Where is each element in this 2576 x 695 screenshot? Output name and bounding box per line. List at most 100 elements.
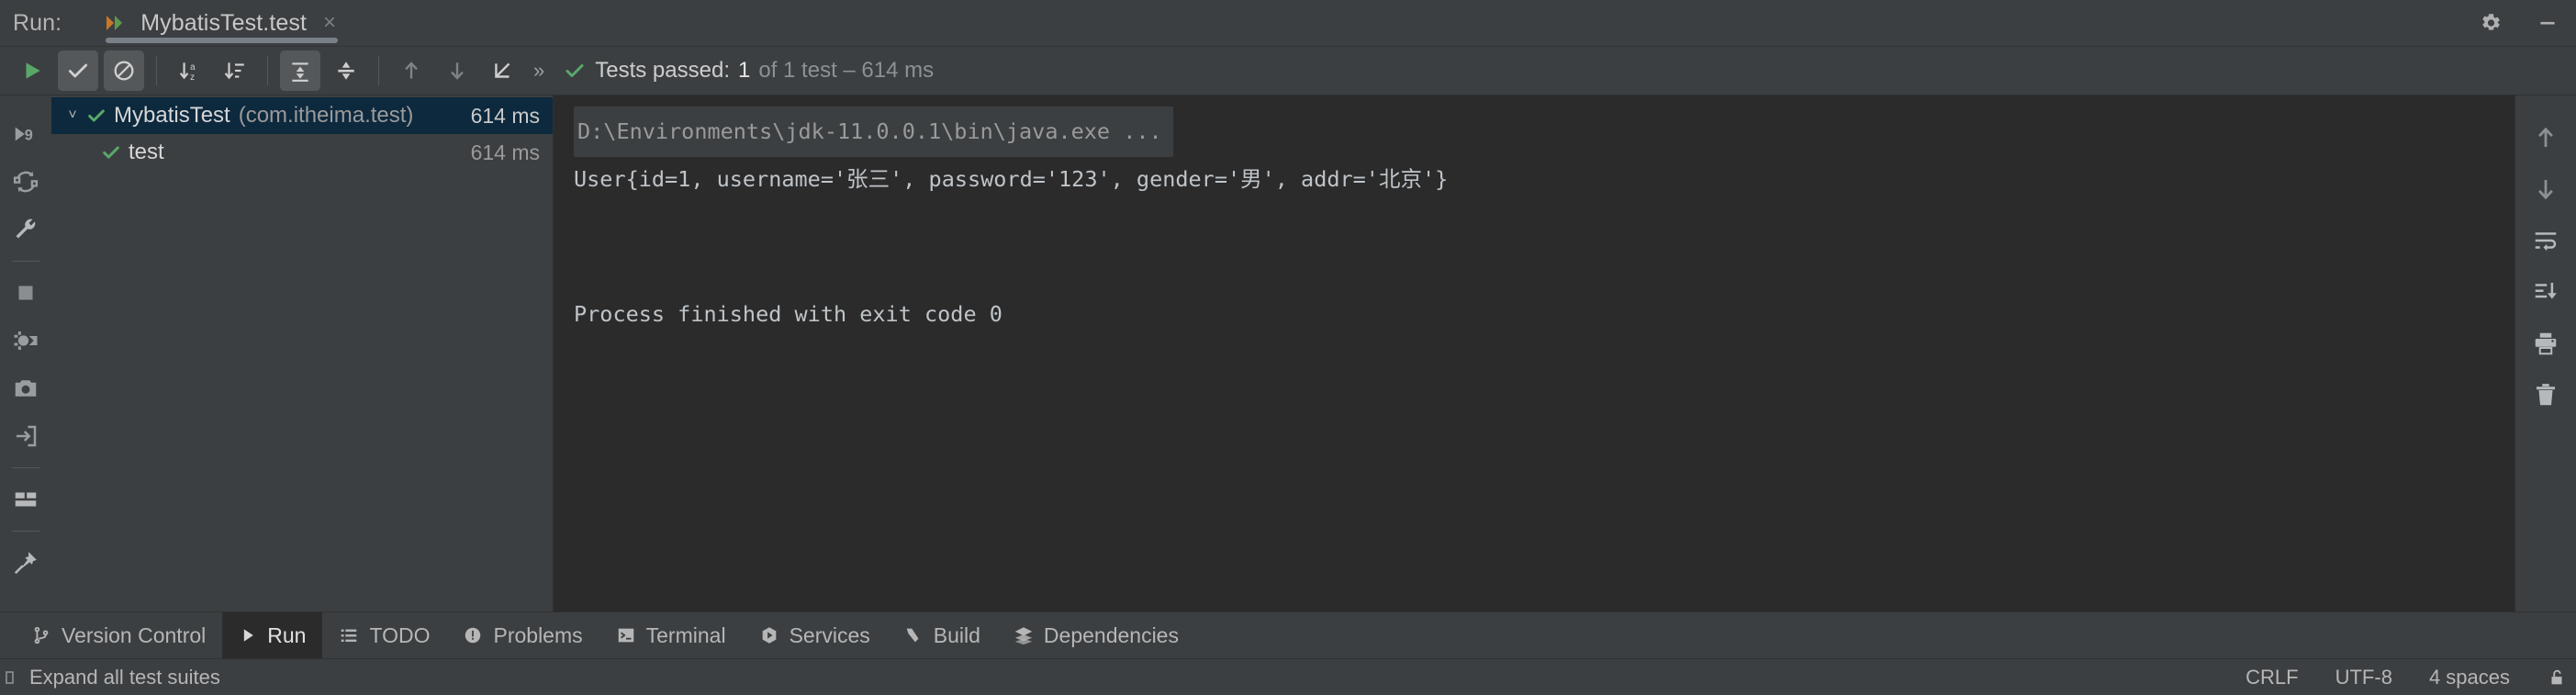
soft-wrap-icon[interactable] — [2524, 215, 2568, 266]
line-separator-indicator[interactable]: CRLF — [2246, 666, 2298, 689]
stop-icon[interactable] — [6, 269, 46, 317]
show-passed-button[interactable] — [58, 50, 98, 91]
tab-dependencies[interactable]: Dependencies — [997, 612, 1195, 658]
debug-icon[interactable] — [6, 317, 46, 364]
tab-version-control[interactable]: Version Control — [15, 612, 222, 658]
rerun-failed-icon[interactable] — [6, 158, 46, 206]
rerun-icon[interactable]: 9 — [6, 110, 46, 158]
green-check-icon — [101, 142, 121, 163]
scroll-to-source-icon — [491, 59, 515, 83]
run-tool-window: Run: MybatisTest.test × a z » Tests pass… — [0, 0, 2576, 695]
status-bar-right: CRLF UTF-8 4 spaces — [2246, 666, 2567, 689]
play-icon — [239, 626, 257, 645]
no-entry-icon — [112, 59, 136, 83]
console-area: D:\Environments\jdk-11.0.0.1\bin\java.ex… — [554, 95, 2576, 611]
console-line: User{id=1, username='张三', password='123'… — [574, 166, 1449, 192]
tab-todo[interactable]: TODO — [322, 612, 446, 658]
tests-summary-rest: of 1 test – 614 ms — [758, 58, 935, 83]
gear-icon[interactable] — [2479, 11, 2503, 35]
tool-window-tabs: Version Control Run TODO Problems Termin… — [0, 611, 2576, 658]
toolbar-separator — [378, 56, 379, 85]
tests-passed-label: Tests passed: — [595, 58, 730, 83]
scroll-down-icon[interactable] — [2524, 163, 2568, 215]
close-icon[interactable]: × — [323, 12, 336, 34]
junit-run-icon — [104, 11, 128, 35]
next-failed-button[interactable] — [437, 50, 477, 91]
status-bar-left: Expand all test suites — [0, 666, 220, 689]
tab-label: Dependencies — [1043, 622, 1179, 647]
branch-icon — [31, 625, 51, 645]
tab-label: Terminal — [645, 622, 726, 647]
scroll-to-source-button[interactable] — [483, 50, 523, 91]
titlebar-actions — [2479, 0, 2559, 46]
tab-label: TODO — [369, 622, 431, 647]
svg-text:z: z — [190, 73, 195, 83]
rail-divider — [12, 467, 39, 468]
rail-divider — [12, 261, 39, 262]
tree-row[interactable]: ˅ MybatisTest (com.itheima.test) 614 ms — [51, 97, 553, 134]
console-output[interactable]: D:\Environments\jdk-11.0.0.1\bin\java.ex… — [554, 95, 2514, 611]
services-icon — [759, 625, 779, 645]
tab-terminal[interactable]: Terminal — [599, 612, 743, 658]
status-hint: Expand all test suites — [29, 665, 220, 689]
show-ignored-button[interactable] — [104, 50, 144, 91]
trash-icon[interactable] — [2524, 369, 2568, 420]
run-body: 9 ˅ MybatisTest (com.itheima.test) 614 m… — [0, 95, 2576, 611]
console-actions-rail — [2514, 95, 2576, 611]
tab-underline — [106, 38, 339, 43]
scroll-up-icon[interactable] — [2524, 112, 2568, 163]
tab-services[interactable]: Services — [743, 612, 887, 658]
sort-by-duration-button[interactable] — [215, 50, 255, 91]
test-status: Tests passed: 1 of 1 test – 614 ms — [564, 58, 934, 84]
console-command-line[interactable]: D:\Environments\jdk-11.0.0.1\bin\java.ex… — [574, 106, 1173, 157]
run-actions-rail: 9 — [0, 95, 51, 611]
rail-divider — [12, 531, 39, 532]
run-label: Run: — [13, 9, 62, 36]
tab-label: Build — [933, 622, 980, 647]
terminal-icon — [616, 625, 636, 645]
unlocked-icon[interactable] — [2547, 667, 2567, 688]
test-method-name: test — [129, 140, 164, 164]
test-tree[interactable]: ˅ MybatisTest (com.itheima.test) 614 ms … — [51, 95, 554, 611]
tests-passed-count: 1 — [738, 58, 751, 83]
tab-label: Services — [789, 622, 870, 647]
collapse-all-icon — [334, 59, 358, 83]
previous-failed-button[interactable] — [391, 50, 431, 91]
tab-label: Version Control — [62, 622, 207, 647]
sort-alphabetically-button[interactable]: a z — [169, 50, 209, 91]
expand-all-button[interactable] — [280, 50, 320, 91]
scroll-to-end-icon[interactable] — [2524, 266, 2568, 318]
screenshot-icon[interactable] — [6, 364, 46, 412]
exclamation-circle-icon — [463, 625, 483, 645]
chevron-down-icon[interactable]: ˅ — [61, 107, 84, 124]
layers-icon — [1014, 625, 1034, 645]
svg-text:9: 9 — [25, 127, 33, 143]
collapse-all-button[interactable] — [326, 50, 366, 91]
console-line: Process finished with exit code 0 — [574, 301, 1002, 327]
tree-row[interactable]: test 614 ms — [51, 134, 553, 171]
print-icon[interactable] — [2524, 318, 2568, 369]
test-class-name: MybatisTest — [114, 103, 230, 128]
indent-indicator[interactable]: 4 spaces — [2429, 666, 2510, 689]
minimize-icon[interactable] — [2536, 11, 2559, 35]
arrow-down-icon — [445, 59, 469, 83]
toolbar-overflow-button[interactable]: » — [526, 59, 551, 83]
sort-alpha-icon: a z — [177, 59, 201, 83]
titlebar: Run: MybatisTest.test × — [0, 0, 2576, 47]
hammer-icon — [903, 625, 924, 645]
status-marker-icon — [4, 668, 17, 687]
tab-build[interactable]: Build — [887, 612, 997, 658]
tab-run[interactable]: Run — [222, 612, 323, 658]
encoding-indicator[interactable]: UTF-8 — [2335, 666, 2392, 689]
run-configuration-tab[interactable]: MybatisTest.test × — [95, 0, 349, 46]
pin-tab-icon[interactable] — [6, 539, 46, 587]
tab-problems[interactable]: Problems — [446, 612, 599, 658]
list-icon — [339, 625, 359, 645]
checkmark-icon — [66, 59, 90, 83]
export-icon[interactable] — [6, 412, 46, 460]
rerun-tests-button[interactable] — [12, 50, 52, 91]
settings-wrench-icon[interactable] — [6, 206, 46, 253]
layout-icon[interactable] — [6, 476, 46, 523]
tab-label: Run — [267, 622, 307, 647]
